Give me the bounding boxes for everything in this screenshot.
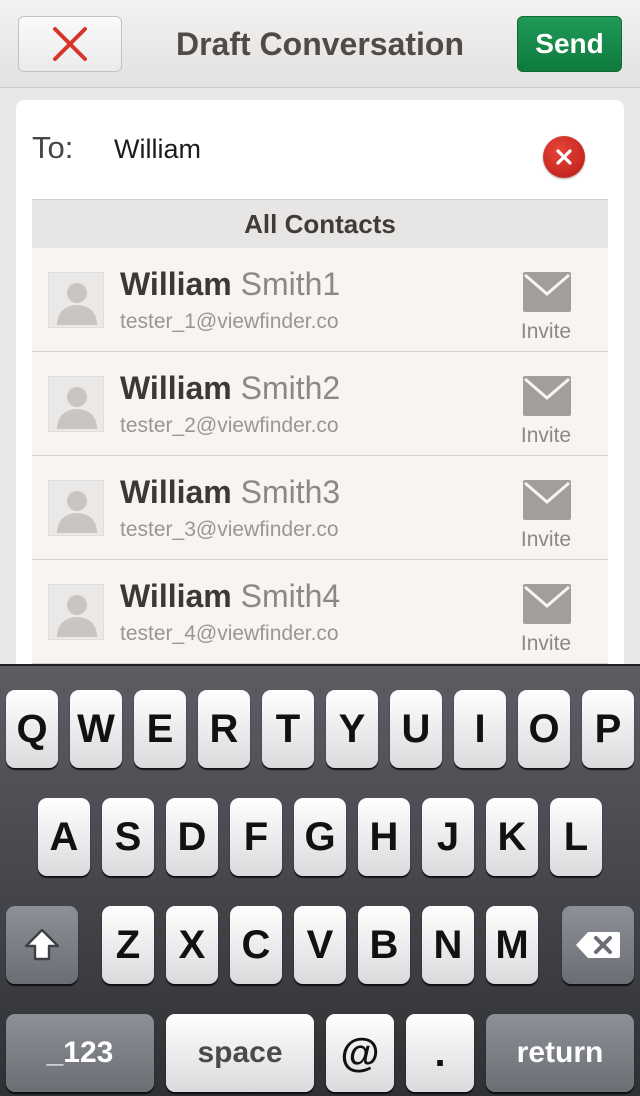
contact-row[interactable]: William Smith4 tester_4@viewfinder.co In…	[32, 560, 608, 664]
envelope-icon	[523, 376, 571, 416]
return-key[interactable]: return	[486, 1014, 634, 1092]
key-i[interactable]: I	[454, 690, 506, 768]
key-f[interactable]: F	[230, 798, 282, 876]
avatar	[48, 480, 104, 536]
key-b[interactable]: B	[358, 906, 410, 984]
key-h[interactable]: H	[358, 798, 410, 876]
key-p[interactable]: P	[582, 690, 634, 768]
person-silhouette-icon	[57, 283, 97, 325]
person-silhouette-icon	[57, 387, 97, 429]
contact-name: William Smith2	[120, 370, 340, 407]
shift-arrow-icon	[24, 928, 60, 961]
person-silhouette-icon	[57, 491, 97, 533]
contact-row[interactable]: William Smith1 tester_1@viewfinder.co In…	[32, 248, 608, 352]
close-button[interactable]	[18, 16, 122, 72]
close-x-icon	[53, 27, 87, 61]
envelope-icon	[523, 584, 571, 624]
at-key[interactable]: @	[326, 1014, 394, 1092]
conversation-card: To: William All Contacts William Smith1 …	[16, 100, 624, 740]
contact-first-name: William	[120, 266, 232, 302]
contact-last-name: Smith1	[240, 266, 341, 302]
key-y[interactable]: Y	[326, 690, 378, 768]
numbers-key[interactable]: _123	[6, 1014, 154, 1092]
key-s[interactable]: S	[102, 798, 154, 876]
envelope-icon	[523, 480, 571, 520]
avatar	[48, 272, 104, 328]
key-n[interactable]: N	[422, 906, 474, 984]
contact-list: William Smith1 tester_1@viewfinder.co In…	[32, 248, 608, 664]
contact-name: William Smith1	[120, 266, 340, 303]
key-g[interactable]: G	[294, 798, 346, 876]
page-title: Draft Conversation	[175, 25, 465, 62]
key-q[interactable]: Q	[6, 690, 58, 768]
contact-row[interactable]: William Smith2 tester_2@viewfinder.co In…	[32, 352, 608, 456]
invite-button[interactable]: Invite	[508, 272, 584, 348]
to-field-row: To: William	[32, 100, 608, 200]
delete-key[interactable]	[562, 906, 634, 984]
send-button[interactable]: Send	[517, 16, 622, 72]
on-screen-keyboard: Q W E R T Y U I O P A S D F G H J K L Z …	[0, 664, 640, 1096]
shift-key[interactable]	[6, 906, 78, 984]
to-label: To:	[32, 130, 74, 165]
key-m[interactable]: M	[486, 906, 538, 984]
to-input[interactable]: William	[114, 134, 201, 165]
backspace-icon	[576, 932, 620, 958]
key-o[interactable]: O	[518, 690, 570, 768]
invite-label: Invite	[520, 528, 572, 551]
invite-button[interactable]: Invite	[508, 584, 584, 660]
contact-name: William Smith4	[120, 578, 340, 615]
contact-first-name: William	[120, 370, 232, 406]
invite-label: Invite	[520, 424, 572, 447]
contact-last-name: Smith3	[240, 474, 341, 510]
contact-email: tester_3@viewfinder.co	[120, 518, 339, 541]
key-j[interactable]: J	[422, 798, 474, 876]
envelope-icon	[523, 272, 571, 312]
key-r[interactable]: R	[198, 690, 250, 768]
clear-button[interactable]	[543, 136, 585, 178]
contact-first-name: William	[120, 578, 232, 614]
dot-key[interactable]: .	[406, 1014, 474, 1092]
key-d[interactable]: D	[166, 798, 218, 876]
avatar	[48, 376, 104, 432]
invite-label: Invite	[520, 632, 572, 655]
contact-name: William Smith3	[120, 474, 340, 511]
key-u[interactable]: U	[390, 690, 442, 768]
invite-button[interactable]: Invite	[508, 376, 584, 452]
invite-label: Invite	[520, 320, 572, 343]
contact-last-name: Smith4	[240, 578, 341, 614]
contact-email: tester_4@viewfinder.co	[120, 622, 339, 645]
avatar	[48, 584, 104, 640]
key-t[interactable]: T	[262, 690, 314, 768]
contact-row[interactable]: William Smith3 tester_3@viewfinder.co In…	[32, 456, 608, 560]
key-l[interactable]: L	[550, 798, 602, 876]
contact-email: tester_1@viewfinder.co	[120, 310, 339, 333]
contact-email: tester_2@viewfinder.co	[120, 414, 339, 437]
key-c[interactable]: C	[230, 906, 282, 984]
key-e[interactable]: E	[134, 690, 186, 768]
clear-circle-icon	[556, 149, 572, 165]
navigation-bar: Draft Conversation Send	[0, 0, 640, 88]
key-x[interactable]: X	[166, 906, 218, 984]
space-key[interactable]: space	[166, 1014, 314, 1092]
key-v[interactable]: V	[294, 906, 346, 984]
person-silhouette-icon	[57, 595, 97, 637]
key-z[interactable]: Z	[102, 906, 154, 984]
contact-last-name: Smith2	[240, 370, 341, 406]
key-a[interactable]: A	[38, 798, 90, 876]
contact-first-name: William	[120, 474, 232, 510]
key-k[interactable]: K	[486, 798, 538, 876]
key-w[interactable]: W	[70, 690, 122, 768]
invite-button[interactable]: Invite	[508, 480, 584, 556]
section-header: All Contacts	[32, 200, 608, 248]
